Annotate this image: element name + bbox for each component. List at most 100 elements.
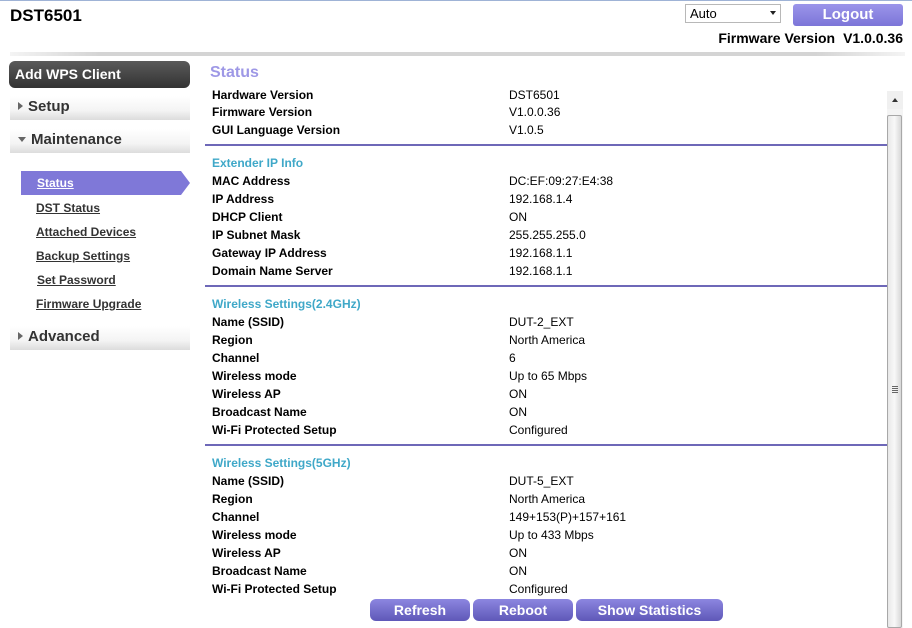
info-row: Wi-Fi Protected Setup Configured (212, 580, 882, 597)
row-value: Configured (509, 582, 568, 596)
row-value: 149+153(P)+157+161 (509, 510, 627, 524)
add-wps-client-button[interactable]: Add WPS Client (9, 61, 190, 88)
info-row: Hardware Version DST6501 (212, 87, 882, 104)
row-value: North America (509, 333, 586, 347)
row-label: DHCP Client (212, 210, 283, 224)
row-label: Wireless AP (212, 387, 281, 401)
menu-setup-label: Setup (28, 98, 70, 115)
scrollbar-thumb[interactable] (887, 115, 902, 628)
row-value: ON (509, 564, 527, 578)
triangle-right-icon (18, 102, 23, 111)
row-label: Firmware Version (212, 105, 313, 119)
top-border (0, 0, 912, 1)
section-divider (205, 444, 887, 446)
scroll-up-arrow-icon[interactable] (887, 91, 903, 109)
reboot-button[interactable]: Reboot (473, 599, 573, 621)
sidebar-item-backup-settings[interactable]: Backup Settings (36, 249, 130, 263)
row-label: Wi-Fi Protected Setup (212, 582, 337, 596)
row-label: MAC Address (212, 174, 291, 188)
row-label: Channel (212, 351, 260, 365)
section-title-wifi-24: Wireless Settings(2.4GHz) (212, 297, 361, 311)
info-row: Broadcast Name ON (212, 562, 882, 580)
row-label: Region (212, 492, 253, 506)
row-label: Wireless mode (212, 369, 297, 383)
row-label: Wireless mode (212, 528, 297, 542)
show-statistics-button[interactable]: Show Statistics (576, 599, 723, 621)
row-label: IP Subnet Mask (212, 228, 301, 242)
info-row: Wi-Fi Protected Setup Configured (212, 421, 882, 439)
info-row: Wireless mode Up to 65 Mbps (212, 367, 882, 385)
info-row: Gateway IP Address 192.168.1.1 (212, 244, 882, 262)
language-select-value: Auto (690, 6, 717, 21)
info-row: Channel 149+153(P)+157+161 (212, 508, 882, 526)
refresh-button[interactable]: Refresh (370, 599, 470, 621)
row-value: V1.0.0.36 (509, 105, 561, 119)
header-divider (10, 52, 905, 56)
info-row: Name (SSID) DUT-2_EXT (212, 313, 882, 331)
row-label: GUI Language Version (212, 123, 341, 137)
model-name: DST6501 (10, 6, 82, 25)
vertical-scrollbar[interactable] (887, 91, 903, 628)
info-row: Firmware Version V1.0.0.36 (212, 103, 882, 121)
logout-button[interactable]: Logout (793, 4, 903, 26)
row-label: IP Address (212, 192, 275, 206)
row-value: 192.168.1.4 (509, 192, 573, 206)
row-label: Name (SSID) (212, 315, 285, 329)
row-label: Gateway IP Address (212, 246, 327, 260)
row-label: Channel (212, 510, 260, 524)
row-label: Broadcast Name (212, 564, 307, 578)
language-select[interactable]: Auto (685, 4, 781, 23)
page-title: Status (210, 64, 259, 81)
info-row: IP Address 192.168.1.4 (212, 190, 882, 208)
row-value: V1.0.5 (509, 123, 544, 137)
row-label: Domain Name Server (212, 264, 333, 278)
sidebar-item-firmware-upgrade[interactable]: Firmware Upgrade (36, 297, 141, 311)
row-label: Wi-Fi Protected Setup (212, 423, 337, 437)
info-row: GUI Language Version V1.0.5 (212, 121, 882, 139)
triangle-down-icon (18, 136, 26, 142)
info-row: Region North America (212, 331, 882, 349)
menu-advanced-label: Advanced (28, 328, 100, 345)
menu-maintenance[interactable]: Maintenance (10, 129, 190, 153)
sidebar-item-set-password[interactable]: Set Password (37, 273, 116, 287)
sidebar-item-dst-status[interactable]: DST Status (36, 201, 100, 215)
section-divider (205, 285, 887, 287)
row-value: Up to 433 Mbps (509, 528, 594, 542)
menu-setup[interactable]: Setup (10, 96, 190, 120)
sidebar-item-attached-devices[interactable]: Attached Devices (36, 225, 136, 239)
row-value: DUT-2_EXT (509, 315, 574, 329)
firmware-version: Firmware Version V1.0.0.36 (718, 30, 903, 46)
section-divider (205, 144, 887, 146)
row-value: DC:EF:09:27:E4:38 (509, 174, 614, 188)
row-value: 192.168.1.1 (509, 246, 573, 260)
info-row: Wireless AP ON (212, 544, 882, 562)
row-value: ON (509, 405, 527, 419)
sidebar-item-status[interactable]: Status (21, 171, 190, 195)
menu-maintenance-label: Maintenance (31, 131, 122, 148)
firmware-label: Firmware Version (718, 30, 836, 46)
row-value: Up to 65 Mbps (509, 369, 588, 383)
section-title-wifi-5: Wireless Settings(5GHz) (212, 456, 351, 470)
row-value: DUT-5_EXT (509, 474, 574, 488)
row-value: Configured (509, 423, 568, 437)
row-value: ON (509, 387, 527, 401)
info-row: Name (SSID) DUT-5_EXT (212, 472, 882, 490)
info-row: IP Subnet Mask 255.255.255.0 (212, 226, 882, 244)
menu-advanced[interactable]: Advanced (10, 326, 190, 350)
row-label: Wireless AP (212, 546, 281, 560)
row-label: Broadcast Name (212, 405, 307, 419)
chevron-down-icon (770, 11, 776, 15)
info-row: Region North America (212, 490, 882, 508)
info-row: Domain Name Server 192.168.1.1 (212, 262, 882, 280)
row-label: Region (212, 333, 253, 347)
triangle-right-icon (18, 332, 23, 341)
row-label: Name (SSID) (212, 474, 285, 488)
status-content: Hardware Version DST6501 Firmware Version… (205, 87, 887, 597)
row-value: ON (509, 210, 527, 224)
firmware-value: V1.0.0.36 (843, 30, 903, 46)
info-row: Wireless mode Up to 433 Mbps (212, 526, 882, 544)
section-title-ip-info: Extender IP Info (212, 156, 304, 170)
row-label: Hardware Version (212, 88, 314, 102)
info-row: Channel 6 (212, 349, 882, 367)
grip-icon (892, 386, 898, 387)
